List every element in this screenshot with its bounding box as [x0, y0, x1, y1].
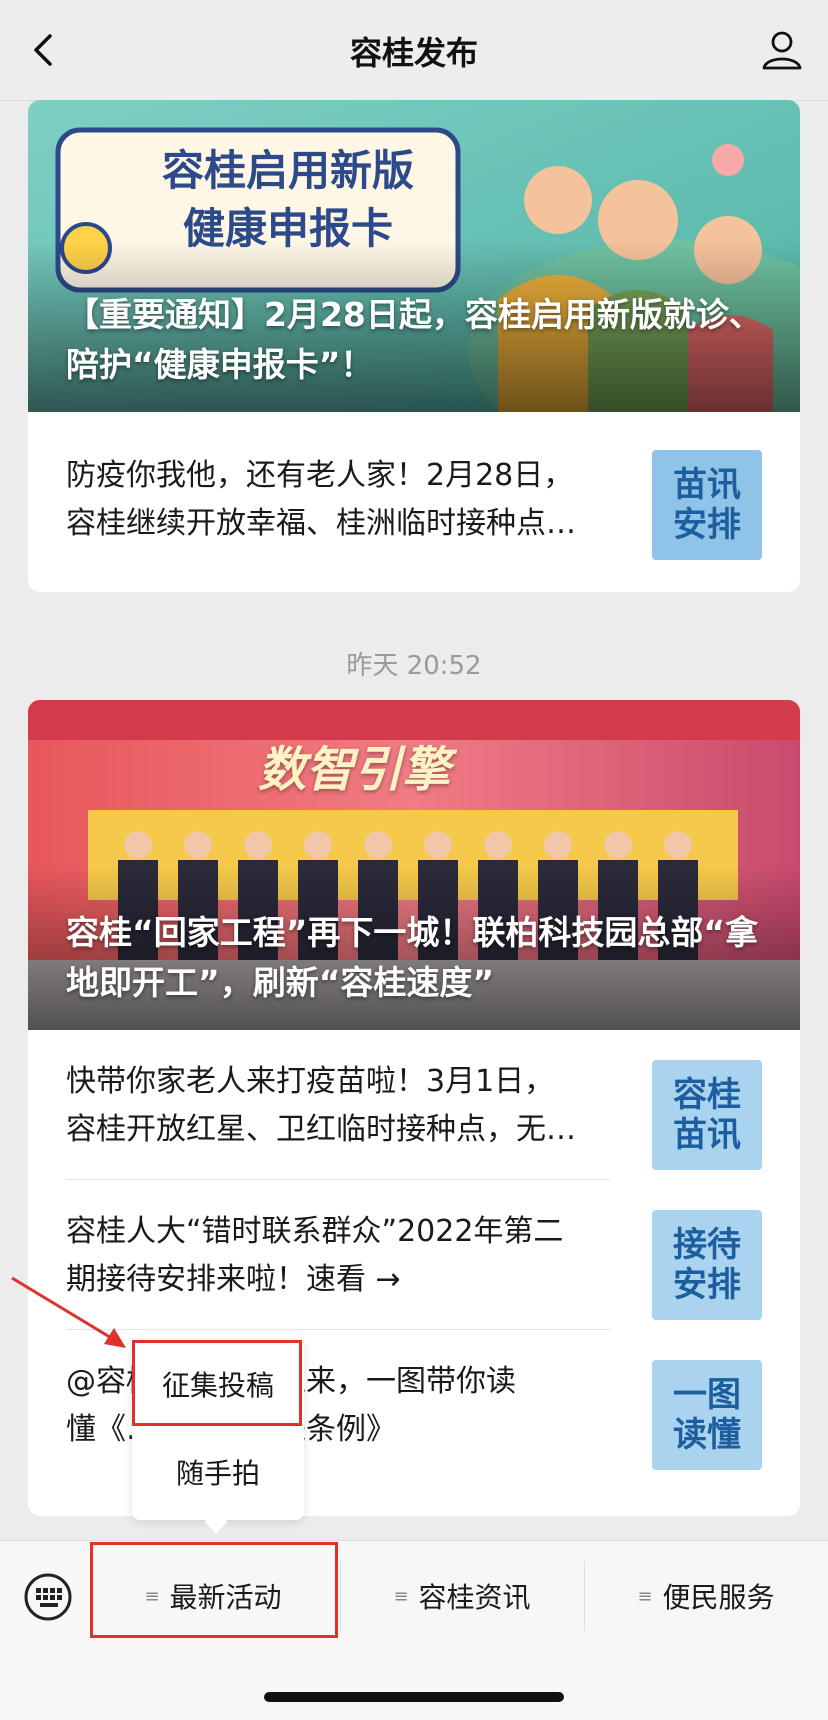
article-card-1: 容桂启用新版 健康申报卡 【重要通知】2月28日起，容桂启用新版就诊、陪护“健康… — [28, 100, 800, 592]
hero-caption-2: 容桂“回家工程”再下一城！联柏科技园总部“拿地即开工”，刷新“容桂速度” — [66, 913, 759, 1002]
menu-ronggui-news[interactable]: ≡ 容桂资讯 — [340, 1541, 584, 1651]
list-item-text: 防疫你我他，还有老人家！2月28日， 容桂继续开放幸福、桂洲临时接种点… — [66, 458, 576, 541]
profile-icon[interactable] — [758, 26, 806, 74]
hero-banner-text-1: 容桂启用新版 健康申报卡 — [161, 146, 414, 253]
submenu-popup: 征集投稿 随手拍 — [132, 1340, 304, 1520]
submenu-item-snapshot[interactable]: 随手拍 — [132, 1432, 304, 1512]
submenu-item-submit[interactable]: 征集投稿 — [132, 1344, 304, 1424]
hero-banner-text-2: 数智引擎 — [258, 742, 451, 798]
menu-highlight-box — [90, 1542, 338, 1638]
list-item-text: 容桂人大“错时联系群众”2022年第二 期接待安排来啦！速看 → — [66, 1214, 564, 1297]
list-item[interactable]: 快带你家老人来打疫苗啦！3月1日， 容桂开放红星、卫红临时接种点，无… 容桂 苗… — [28, 1030, 800, 1180]
hero-article-1[interactable]: 容桂启用新版 健康申报卡 【重要通知】2月28日起，容桂启用新版就诊、陪护“健康… — [28, 100, 800, 412]
list-item-text: 快带你家老人来打疫苗啦！3月1日， 容桂开放红星、卫红临时接种点，无… — [66, 1064, 576, 1147]
menu-public-services[interactable]: ≡ 便民服务 — [584, 1541, 828, 1651]
list-item-thumbnail: 容桂 苗讯 — [652, 1060, 762, 1170]
list-item[interactable]: 容桂人大“错时联系群众”2022年第二 期接待安排来啦！速看 → 接待 安排 — [28, 1180, 800, 1330]
nav-bar: 容桂发布 — [0, 0, 828, 101]
list-item-thumbnail: 一图 读懂 — [652, 1360, 762, 1470]
list-item[interactable]: 防疫你我他，还有老人家！2月28日， 容桂继续开放幸福、桂洲临时接种点… 苗讯 … — [28, 412, 800, 592]
menu-lines-icon: ≡ — [637, 1585, 653, 1607]
message-timestamp: 昨天 20:52 — [346, 651, 482, 681]
keyboard-icon[interactable] — [22, 1571, 74, 1623]
list-item-thumbnail: 接待 安排 — [652, 1210, 762, 1320]
menu-lines-icon: ≡ — [393, 1585, 409, 1607]
annotation-arrow-icon — [11, 1276, 126, 1348]
list-item-thumbnail: 苗讯 安排 — [652, 450, 762, 560]
hero-caption-1: 【重要通知】2月28日起，容桂启用新版就诊、陪护“健康申报卡”！ — [66, 295, 762, 384]
page-title: 容桂发布 — [349, 34, 478, 72]
home-indicator — [264, 1692, 564, 1702]
hero-article-2[interactable]: 数智引擎 容桂“回家工程”再下一城！联柏科技园总部“拿地即开工”，刷新“容桂速度… — [28, 700, 800, 1030]
